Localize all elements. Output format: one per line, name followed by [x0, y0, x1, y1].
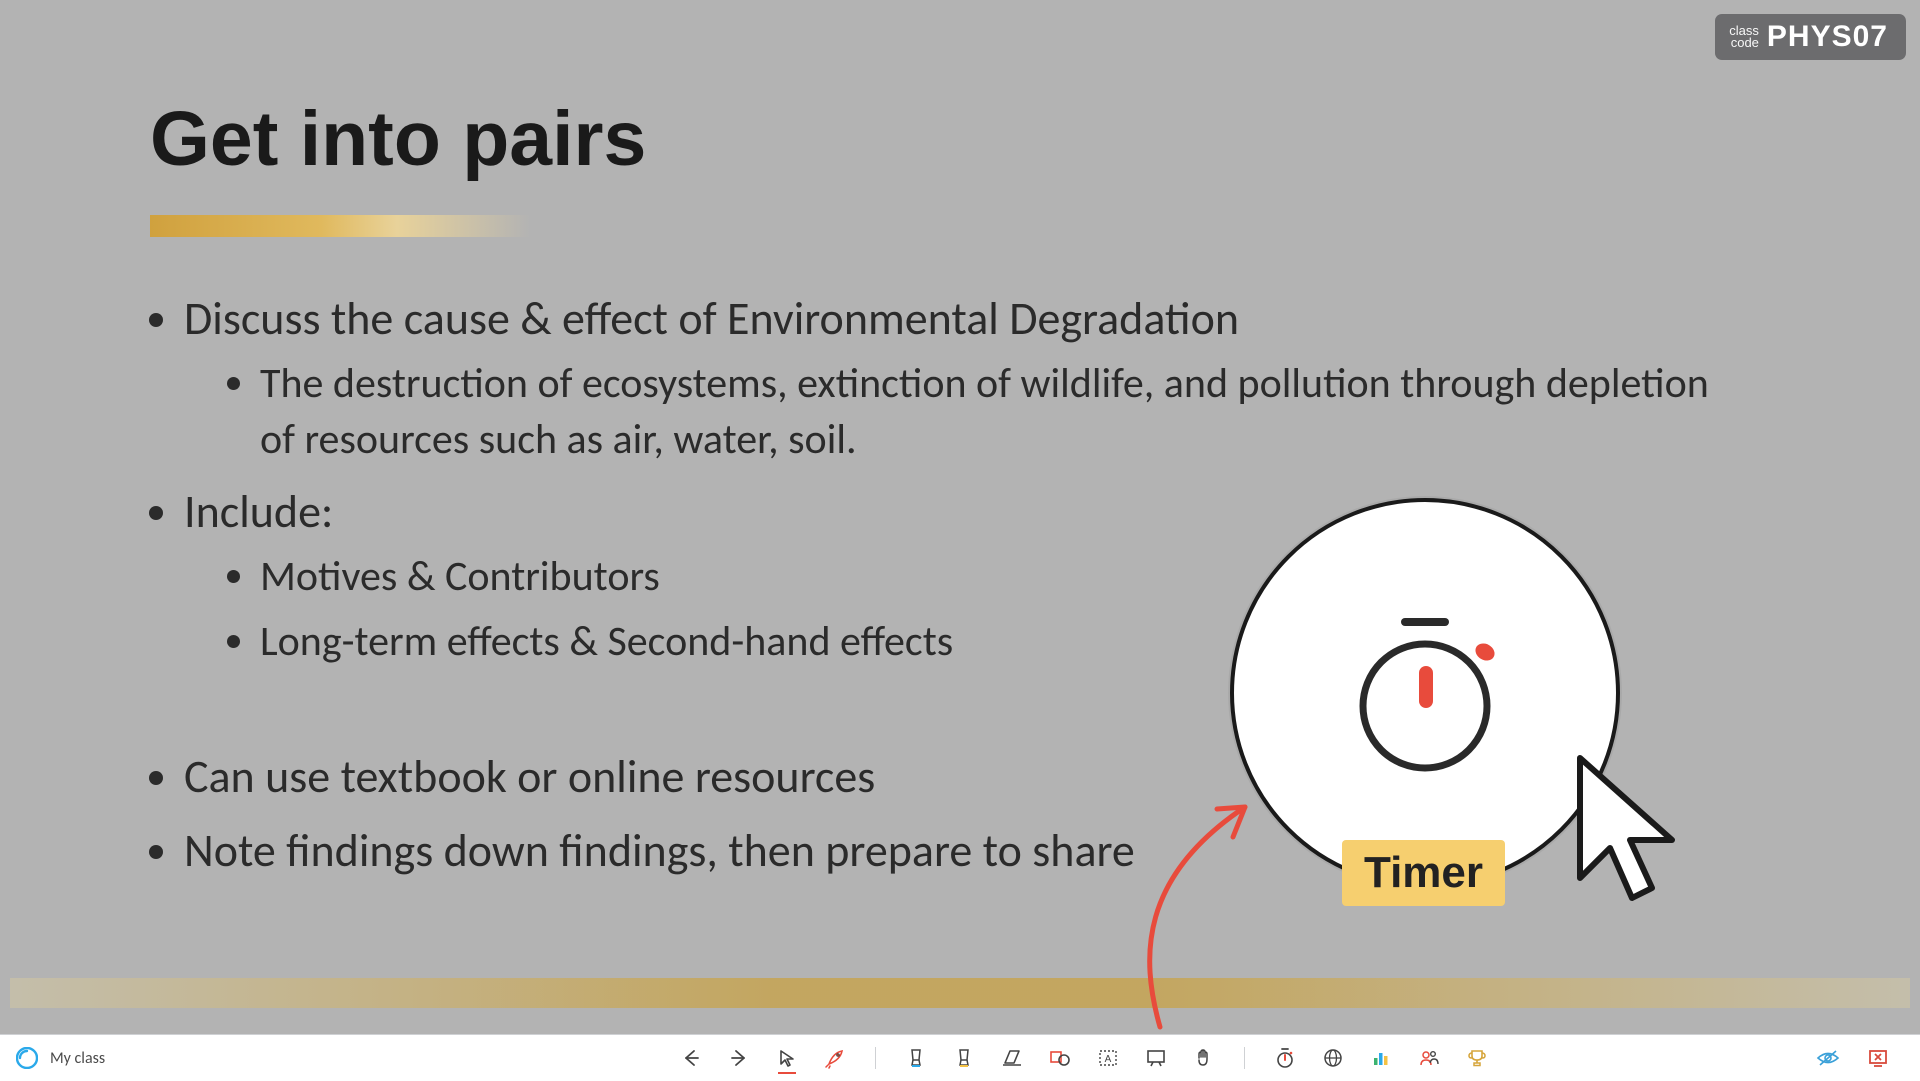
timer-icon [1345, 608, 1505, 778]
participants-tool[interactable] [1415, 1044, 1443, 1072]
awards-tool[interactable] [1463, 1044, 1491, 1072]
presentation-slide: class code PHYS07 Get into pairs Discuss… [0, 0, 1920, 1034]
visibility-toggle[interactable] [1814, 1044, 1842, 1072]
whiteboard-tool[interactable] [1142, 1044, 1170, 1072]
poll-tool[interactable] [1367, 1044, 1395, 1072]
slide-title: Get into pairs [150, 95, 646, 184]
class-code-label: class code [1729, 25, 1759, 49]
prev-slide-button[interactable] [677, 1044, 705, 1072]
shapes-tool[interactable] [1046, 1044, 1074, 1072]
toolbar-separator [1244, 1047, 1245, 1069]
toolbar-separator [875, 1047, 876, 1069]
sub-bullet-item: The destruction of ecosystems, extinctio… [260, 356, 1730, 469]
next-slide-button[interactable] [725, 1044, 753, 1072]
highlighter-blue-tool[interactable] [902, 1044, 930, 1072]
browser-tool[interactable] [1319, 1044, 1347, 1072]
title-underline [150, 215, 530, 237]
timer-tool[interactable] [1271, 1044, 1299, 1072]
cursor-icon [1560, 748, 1690, 928]
class-code-value: PHYS07 [1767, 20, 1888, 54]
class-name-label[interactable]: My class [50, 1049, 105, 1068]
exit-presentation-button[interactable] [1864, 1044, 1892, 1072]
bullet-item: Discuss the cause & effect of Environmen… [184, 290, 1730, 469]
svg-text:A: A [1105, 1054, 1112, 1065]
bullet-text: Discuss the cause & effect of Environmen… [184, 291, 1239, 347]
slide-bottom-accent [10, 978, 1910, 1008]
presenter-toolbar: My class A [0, 1034, 1920, 1081]
spotlight-label: Timer [1342, 840, 1505, 906]
eraser-tool[interactable] [998, 1044, 1026, 1072]
magic-ink-tool[interactable] [821, 1044, 849, 1072]
bullet-text: Include: [184, 484, 333, 540]
textbox-tool[interactable]: A [1094, 1044, 1122, 1072]
app-logo-icon[interactable] [16, 1047, 38, 1069]
pan-tool[interactable] [1190, 1044, 1218, 1072]
pointer-tool[interactable] [773, 1044, 801, 1072]
class-code-label-line2: code [1729, 37, 1759, 49]
highlighter-yellow-tool[interactable] [950, 1044, 978, 1072]
class-code-badge: class code PHYS07 [1715, 14, 1906, 60]
